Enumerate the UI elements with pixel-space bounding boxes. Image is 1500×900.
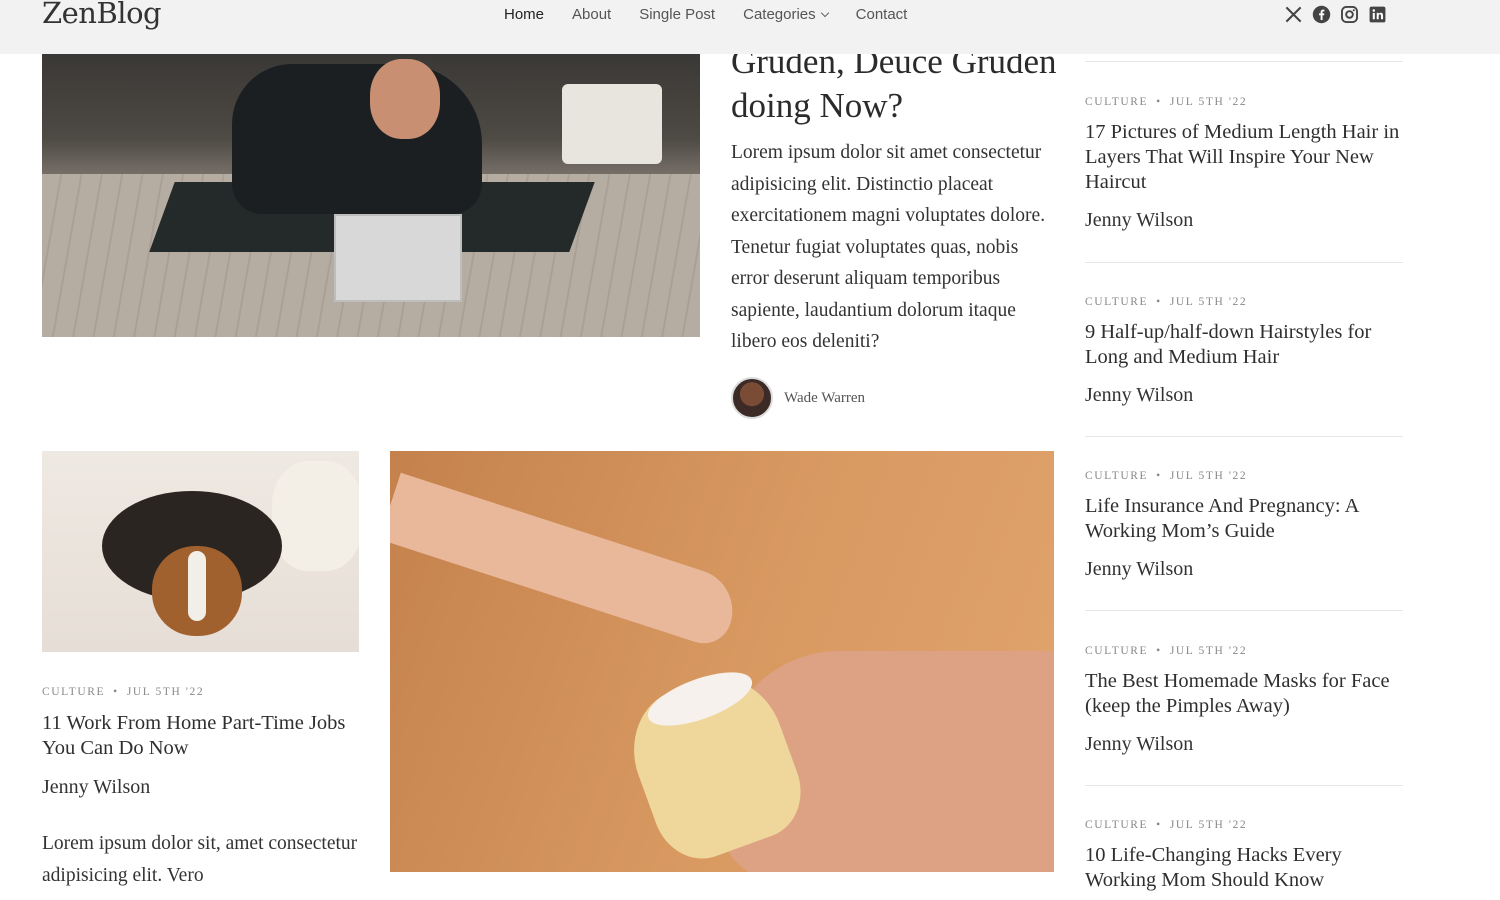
hero-post-author[interactable]: Wade Warren — [731, 377, 865, 419]
card-image[interactable] — [42, 451, 359, 652]
divider — [1085, 262, 1403, 263]
hero-image-head — [370, 59, 440, 139]
hero-image-chair — [562, 84, 662, 164]
sidebar-post-meta: Culture • Jul 5th '22 — [1085, 470, 1403, 482]
nav-home[interactable]: Home — [490, 5, 558, 25]
post-category[interactable]: Culture — [1085, 296, 1148, 308]
sidebar-post-title[interactable]: 10 Life-Changing Hacks Every Working Mom… — [1085, 843, 1403, 893]
nav-categories[interactable]: Categories — [729, 5, 842, 25]
sidebar-post-meta: Culture • Jul 5th '22 — [1085, 296, 1403, 308]
divider — [1085, 610, 1403, 611]
post-category[interactable]: Culture — [1085, 645, 1148, 657]
hero-image-person — [232, 64, 482, 214]
sidebar-post-author: Jenny Wilson — [1085, 558, 1194, 580]
card-image-dog-blaze — [188, 551, 206, 621]
card-post-meta: Culture • Jul 5th '22 — [42, 686, 204, 698]
hero-image[interactable] — [42, 54, 700, 337]
post-date: Jul 5th '22 — [1169, 96, 1248, 108]
x-icon[interactable] — [1284, 5, 1303, 24]
post-category[interactable]: Culture — [1085, 96, 1148, 108]
card-image-plush — [272, 461, 359, 571]
post-date: Jul 5th '22 — [1169, 296, 1248, 308]
nav-categories-label: Categories — [743, 6, 816, 23]
sidebar-post-title[interactable]: 17 Pictures of Medium Length Hair in Lay… — [1085, 120, 1403, 195]
sidebar-post-meta: Culture • Jul 5th '22 — [1085, 819, 1403, 831]
post-date: Jul 5th '22 — [126, 686, 205, 698]
sidebar-post: Culture • Jul 5th '22 The Best Homemade Ma… — [1085, 645, 1403, 756]
divider — [1085, 785, 1403, 786]
sidebar-post-title[interactable]: Life Insurance And Pregnancy: A Working … — [1085, 494, 1403, 544]
card-post-author: Jenny Wilson — [42, 776, 151, 798]
sidebar-post-meta: Culture • Jul 5th '22 — [1085, 645, 1403, 657]
instagram-icon[interactable] — [1340, 5, 1359, 24]
meta-separator: • — [1156, 645, 1162, 657]
sidebar-post-author: Jenny Wilson — [1085, 384, 1194, 406]
meta-separator: • — [1156, 819, 1162, 831]
nav-single-post[interactable]: Single Post — [625, 5, 729, 25]
sidebar-post-title[interactable]: 9 Half-up/half-down Hairstyles for Long … — [1085, 320, 1403, 370]
post-date: Jul 5th '22 — [1169, 819, 1248, 831]
feature-image-hand-top — [390, 472, 744, 651]
sidebar-post-author: Jenny Wilson — [1085, 209, 1194, 231]
divider — [1085, 61, 1403, 62]
meta-separator: • — [1156, 96, 1162, 108]
site-logo[interactable]: ZenBlog — [42, 0, 162, 30]
nav-about[interactable]: About — [558, 5, 625, 25]
author-name: Wade Warren — [784, 389, 866, 406]
post-date: Jul 5th '22 — [1169, 470, 1248, 482]
sidebar-post-title[interactable]: The Best Homemade Masks for Face (keep t… — [1085, 669, 1403, 719]
meta-separator: • — [1156, 470, 1162, 482]
main-nav: Home About Single Post Categories Contac… — [490, 5, 921, 25]
sidebar-post: Culture • Jul 5th '22 9 Half-up/half-down … — [1085, 296, 1403, 407]
chevron-down-icon — [820, 8, 829, 18]
hero-image-laptop — [334, 214, 462, 302]
hero-post-excerpt: Lorem ipsum dolor sit amet consectetur a… — [731, 142, 1046, 352]
sidebar-post: Culture • Jul 5th '22 10 Life-Changing Hac… — [1085, 819, 1403, 893]
meta-separator: • — [1156, 296, 1162, 308]
post-category[interactable]: Culture — [42, 686, 105, 698]
nav-contact[interactable]: Contact — [842, 5, 922, 25]
social-links — [1284, 5, 1387, 24]
facebook-icon[interactable] — [1312, 5, 1331, 24]
card-post-excerpt: Lorem ipsum dolor sit, amet consectetur … — [42, 833, 358, 886]
post-date: Jul 5th '22 — [1169, 645, 1248, 657]
feature-image[interactable] — [390, 451, 1054, 872]
post-category[interactable]: Culture — [1085, 819, 1148, 831]
linkedin-icon[interactable] — [1368, 5, 1387, 24]
meta-separator: • — [113, 686, 119, 698]
sidebar-post-meta: Culture • Jul 5th '22 — [1085, 96, 1403, 108]
card-post-title[interactable]: 11 Work From Home Part-Time Jobs You Can… — [42, 711, 367, 761]
sidebar-post: Culture • Jul 5th '22 Life Insurance And P… — [1085, 470, 1403, 581]
sidebar-post: Culture • Jul 5th '22 17 Pictures of Mediu… — [1085, 96, 1403, 232]
post-category[interactable]: Culture — [1085, 470, 1148, 482]
avatar — [731, 377, 773, 419]
divider — [1085, 436, 1403, 437]
site-header: ZenBlog Home About Single Post Categorie… — [0, 0, 1500, 54]
sidebar-post-author: Jenny Wilson — [1085, 733, 1194, 755]
